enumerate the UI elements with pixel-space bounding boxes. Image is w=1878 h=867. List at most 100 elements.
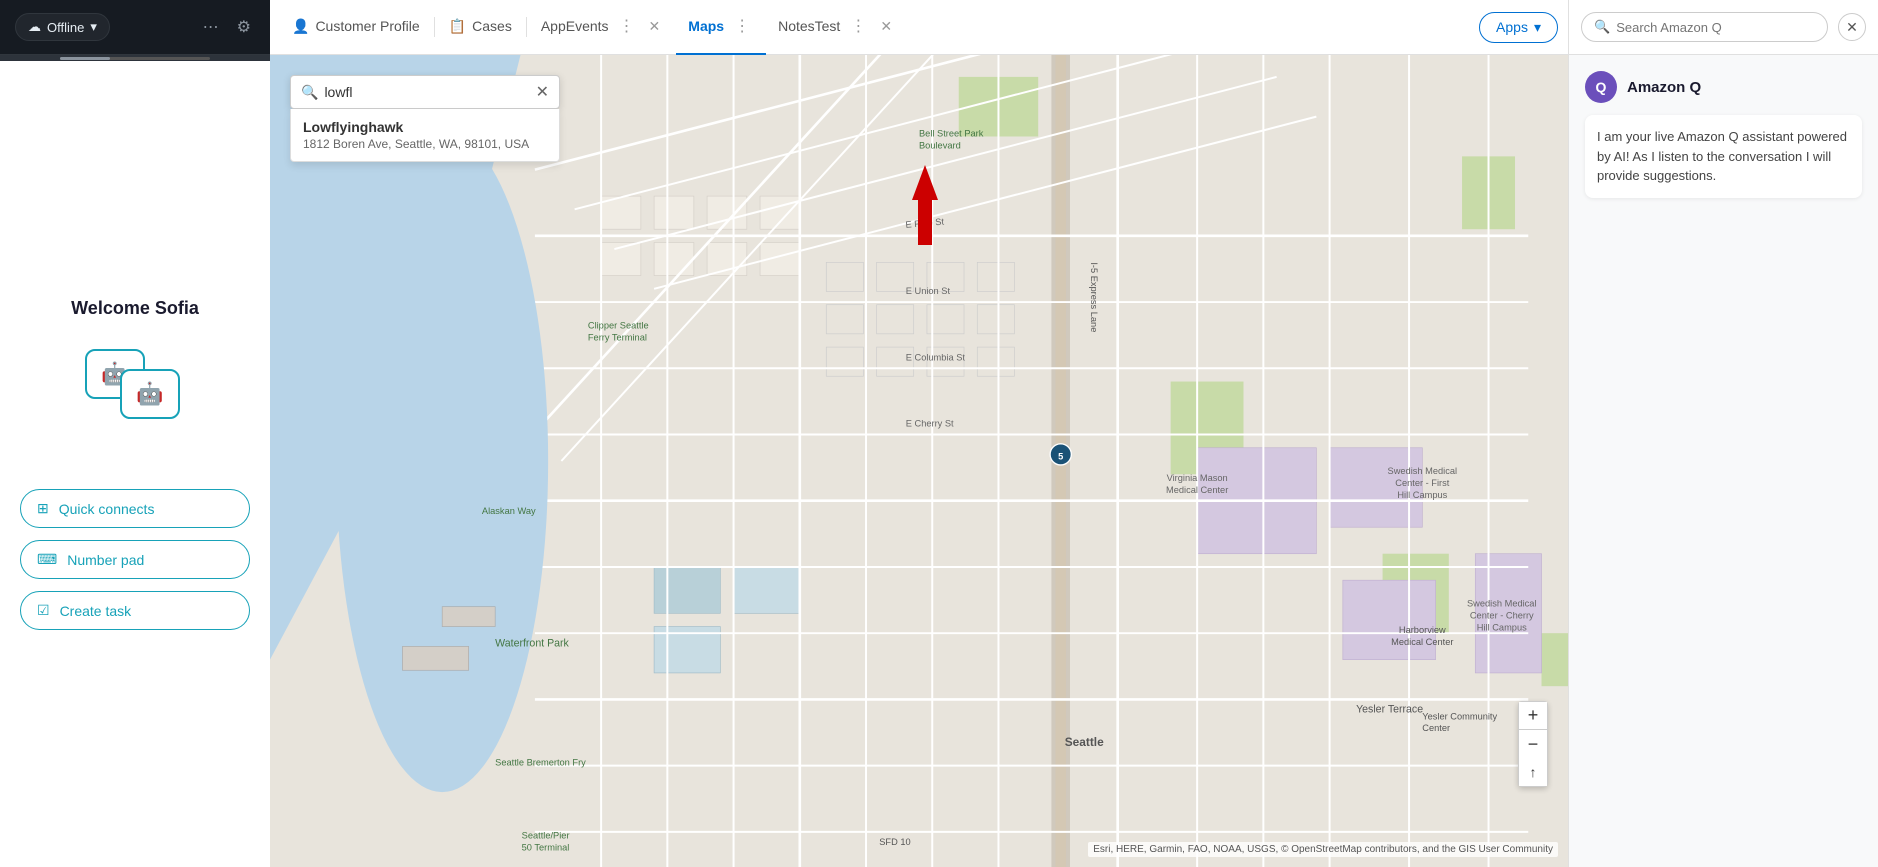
tab-notestest[interactable]: NotesTest ⋮ ✕ (766, 0, 908, 55)
map-background: E Pine St E Union St E Columbia St E Che… (270, 55, 1568, 867)
svg-text:Seattle Bremerton Fry: Seattle Bremerton Fry (495, 758, 586, 768)
map-container[interactable]: E Pine St E Union St E Columbia St E Che… (270, 55, 1568, 867)
amazon-q-header: Q Amazon Q (1585, 71, 1862, 103)
offline-label: Offline (47, 20, 84, 35)
chat-icon-container: 🤖 🤖 (85, 349, 185, 429)
zoom-out-button[interactable]: − (1519, 730, 1547, 758)
chat-bubbles-illustration: 🤖 🤖 (85, 349, 185, 429)
amazon-q-icon: Q (1585, 71, 1617, 103)
svg-text:Harborview: Harborview (1399, 625, 1446, 635)
svg-text:E Cherry St: E Cherry St (906, 419, 954, 429)
tab-cases[interactable]: 📋 Cases (437, 0, 524, 55)
tab-appevents-label: AppEvents (541, 18, 609, 34)
appevents-close-icon[interactable]: ✕ (645, 17, 665, 35)
tab-appevents[interactable]: AppEvents ⋮ ✕ (529, 0, 676, 55)
scrollbar-track (60, 57, 210, 60)
header-icons: ⋯ ⚙ (199, 13, 255, 41)
svg-text:E Union St: E Union St (906, 286, 951, 296)
map-search-dropdown: Lowflyinghawk 1812 Boren Ave, Seattle, W… (290, 109, 560, 162)
sidebar-header: ☁ Offline ▾ ⋯ ⚙ (0, 0, 270, 55)
svg-text:Hill Campus: Hill Campus (1477, 623, 1527, 633)
notestest-more-icon[interactable]: ⋮ (846, 14, 870, 38)
zoom-in-button[interactable]: + (1519, 702, 1547, 730)
number-pad-button[interactable]: ⌨ Number pad (20, 540, 250, 579)
tab-customer-profile[interactable]: 👤 Customer Profile (280, 0, 432, 55)
svg-text:I-5 Express Lane: I-5 Express Lane (1089, 262, 1099, 332)
svg-text:E Columbia St: E Columbia St (906, 352, 966, 362)
create-task-icon: ☑ (37, 602, 50, 619)
tab-customer-profile-label: Customer Profile (315, 18, 419, 34)
apps-label: Apps (1496, 19, 1528, 35)
sidebar-content: Welcome Sofia 🤖 🤖 ⊞ Quick connects ⌨ Num… (0, 61, 270, 867)
svg-text:Boulevard: Boulevard (919, 140, 961, 150)
svg-text:Clipper Seattle: Clipper Seattle (588, 321, 649, 331)
search-result-title: Lowflyinghawk (303, 119, 547, 135)
face-icon-2: 🤖 (136, 381, 163, 407)
map-attribution: Esri, HERE, Garmin, FAO, NOAA, USGS, © O… (1088, 842, 1558, 857)
tab-notestest-label: NotesTest (778, 18, 840, 34)
svg-text:Medical Center: Medical Center (1166, 485, 1228, 495)
svg-text:Swedish Medical: Swedish Medical (1467, 599, 1537, 609)
tab-maps-label: Maps (688, 18, 724, 34)
map-search-input-wrapper: 🔍 ✕ (290, 75, 560, 109)
apps-dropdown-icon: ▾ (1534, 19, 1541, 36)
svg-text:5: 5 (1058, 452, 1063, 462)
right-panel-close-button[interactable]: ✕ (1838, 13, 1866, 41)
svg-text:Swedish Medical: Swedish Medical (1388, 466, 1458, 476)
svg-text:Virginia Mason: Virginia Mason (1167, 473, 1228, 483)
tab-cases-label: Cases (472, 18, 512, 34)
quick-connects-icon: ⊞ (37, 500, 49, 517)
number-pad-label: Number pad (67, 552, 144, 568)
more-options-icon[interactable]: ⋯ (199, 13, 223, 41)
amazon-q-section: Q Amazon Q I am your live Amazon Q assis… (1569, 55, 1878, 214)
quick-connects-label: Quick connects (59, 501, 155, 517)
amazon-q-name: Amazon Q (1627, 79, 1701, 96)
main-area: 👤 Customer Profile 📋 Cases AppEvents ⋮ ✕… (270, 0, 1568, 867)
left-sidebar: ☁ Offline ▾ ⋯ ⚙ Welcome Sofia 🤖 🤖 (0, 0, 270, 867)
map-search-input[interactable] (324, 84, 529, 100)
apps-button[interactable]: Apps ▾ (1479, 12, 1558, 43)
svg-text:Seattle/Pier: Seattle/Pier (522, 830, 570, 840)
tab-separator-2 (526, 17, 527, 37)
svg-text:Bell Street Park: Bell Street Park (919, 129, 984, 139)
create-task-label: Create task (60, 603, 132, 619)
tab-separator-1 (434, 17, 435, 37)
svg-text:SFD 10: SFD 10 (879, 837, 910, 847)
svg-text:Yesler Community: Yesler Community (1422, 711, 1497, 721)
svg-text:Alaskan Way: Alaskan Way (482, 506, 536, 516)
svg-text:Center - Cherry: Center - Cherry (1470, 611, 1534, 621)
cloud-icon: ☁ (28, 19, 41, 35)
scrollbar-thumb (60, 57, 110, 60)
map-zoom-controls: + − ↑ (1518, 701, 1548, 787)
svg-text:Hill Campus: Hill Campus (1397, 490, 1447, 500)
right-panel-header: 🔍 ✕ (1569, 0, 1878, 55)
create-task-button[interactable]: ☑ Create task (20, 591, 250, 630)
cases-icon: 📋 (449, 18, 466, 35)
amazon-q-icon-letter: Q (1596, 79, 1607, 95)
tab-maps[interactable]: Maps ⋮ (676, 0, 766, 55)
appevents-more-icon[interactable]: ⋮ (615, 14, 639, 38)
svg-text:Seattle: Seattle (1065, 735, 1104, 749)
svg-text:Center: Center (1422, 723, 1450, 733)
settings-icon[interactable]: ⚙ (233, 13, 255, 41)
svg-text:50 Terminal: 50 Terminal (522, 842, 570, 852)
svg-text:Ferry Terminal: Ferry Terminal (588, 332, 647, 342)
notestest-close-icon[interactable]: ✕ (876, 17, 896, 35)
amazon-q-search-input[interactable] (1616, 20, 1815, 35)
right-panel: 🔍 ✕ Q Amazon Q I am your live Amazon Q a… (1568, 0, 1878, 867)
search-clear-button[interactable]: ✕ (536, 82, 549, 102)
quick-connects-button[interactable]: ⊞ Quick connects (20, 489, 250, 528)
offline-status-button[interactable]: ☁ Offline ▾ (15, 13, 110, 41)
map-search-icon: 🔍 (301, 84, 318, 101)
number-pad-icon: ⌨ (37, 551, 57, 568)
search-input-wrapper: 🔍 (1581, 12, 1828, 42)
sidebar-buttons: ⊞ Quick connects ⌨ Number pad ☑ Create t… (20, 489, 250, 630)
search-icon: 🔍 (1594, 19, 1610, 35)
amazon-q-message: I am your live Amazon Q assistant powere… (1585, 115, 1862, 198)
compass-button[interactable]: ↑ (1519, 758, 1547, 786)
dropdown-arrow-icon: ▾ (90, 19, 97, 35)
user-icon: 👤 (292, 18, 309, 35)
welcome-message: Welcome Sofia (71, 298, 199, 319)
svg-text:Center - First: Center - First (1395, 478, 1449, 488)
maps-more-icon[interactable]: ⋮ (730, 14, 754, 38)
